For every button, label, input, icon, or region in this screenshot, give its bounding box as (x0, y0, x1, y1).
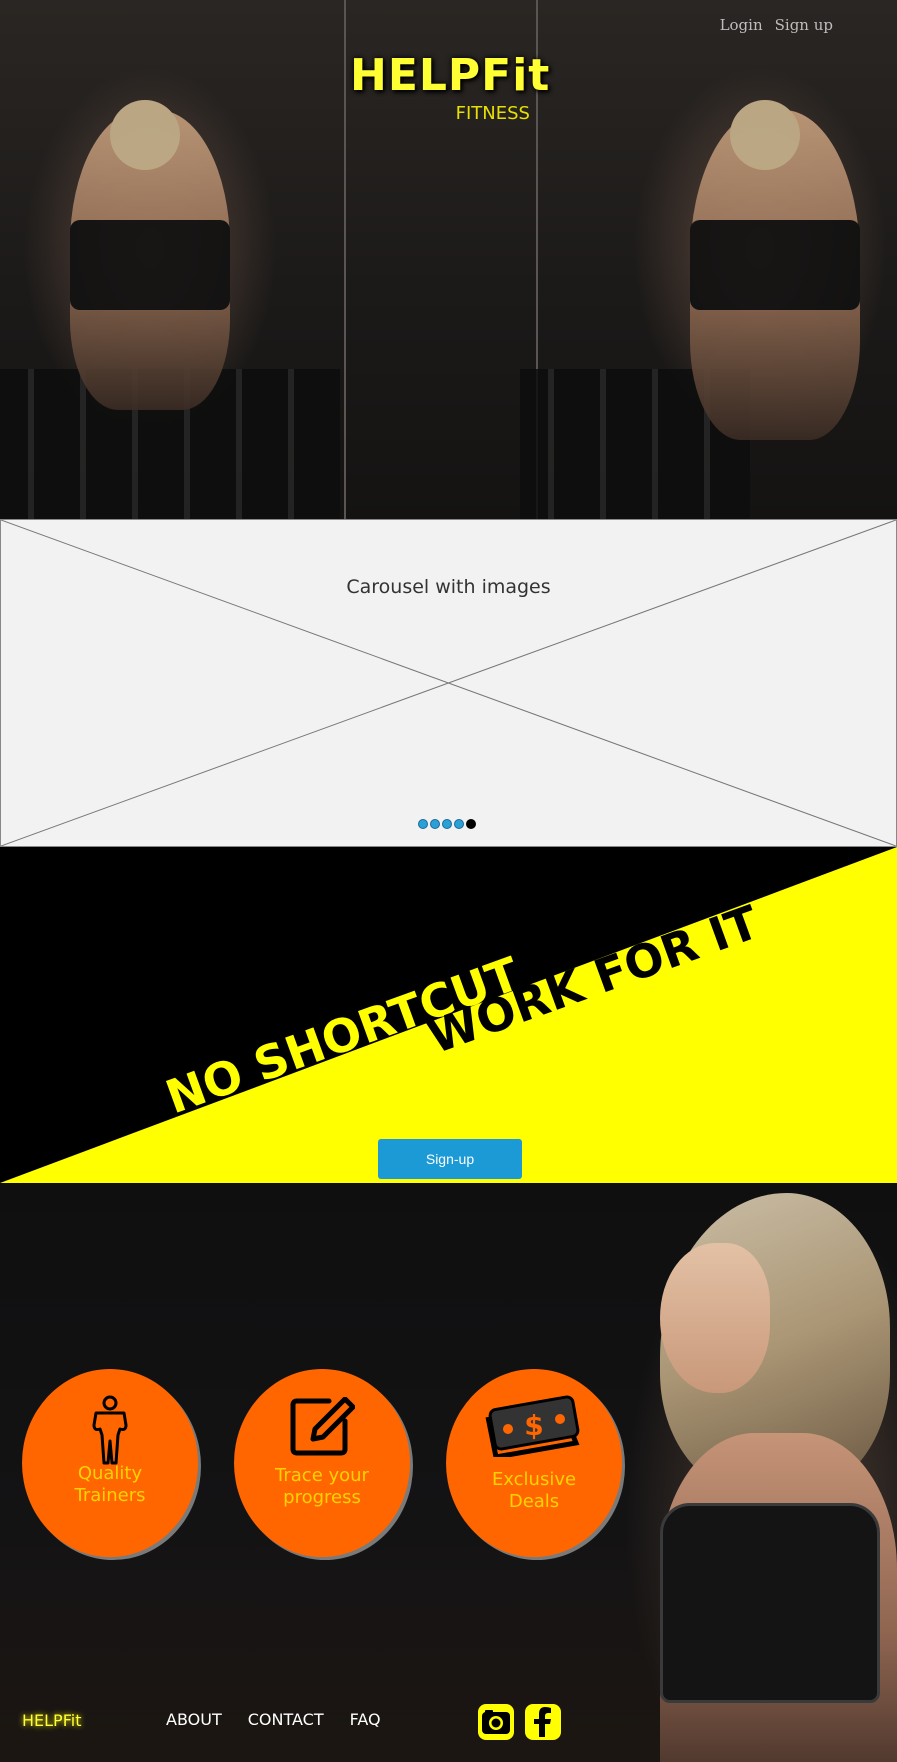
signup-link[interactable]: Sign up (775, 16, 833, 34)
feature-label-line1: Trace your (275, 1465, 369, 1486)
athlete-top (660, 1503, 880, 1703)
carousel-dot-4[interactable] (454, 819, 464, 829)
auth-links: Login Sign up (720, 16, 833, 34)
athlete-reflection-image (70, 100, 230, 410)
footer-link-contact[interactable]: CONTACT (248, 1710, 324, 1729)
hero-banner: Login Sign up HELPFit FITNESS (0, 0, 897, 519)
athlete-face (660, 1243, 770, 1393)
feature-trace-progress[interactable]: Trace your progress (234, 1369, 410, 1557)
carousel-label: Carousel with images (346, 576, 551, 598)
person-icon (92, 1395, 128, 1465)
carousel-dot-3[interactable] (442, 819, 452, 829)
image-carousel[interactable]: Carousel with images (0, 519, 897, 847)
carousel-dot-1[interactable] (418, 819, 428, 829)
feature-quality-trainers[interactable]: Quality Trainers (22, 1369, 198, 1557)
athlete-image (690, 100, 860, 440)
slogan-banner: NO SHORTCUT WORK FOR IT Sign-up (0, 847, 897, 1183)
carousel-dot-5[interactable] (466, 819, 476, 829)
facebook-icon[interactable] (525, 1704, 561, 1740)
brand-logo[interactable]: HELPFit FITNESS (350, 50, 551, 124)
feature-label-line2: Trainers (74, 1485, 146, 1506)
footer-nav: ABOUT CONTACT FAQ (166, 1710, 381, 1729)
carousel-dot-2[interactable] (430, 819, 440, 829)
money-icon: $ (485, 1395, 580, 1457)
footer-link-faq[interactable]: FAQ (350, 1710, 381, 1729)
features-section: Quality Trainers Trace your progress $ E… (0, 1183, 897, 1762)
feature-label-line2: Deals (508, 1491, 560, 1512)
carousel-pagination (418, 819, 476, 829)
footer-link-about[interactable]: ABOUT (166, 1710, 222, 1729)
brand-name: HELPFit (350, 50, 551, 101)
image-placeholder-icon (1, 520, 896, 846)
svg-text:$: $ (524, 1409, 543, 1442)
feature-label-line2: progress (283, 1487, 361, 1508)
signup-button[interactable]: Sign-up (378, 1139, 522, 1179)
brand-tagline: FITNESS (455, 103, 530, 124)
mirror-frame-left (344, 0, 346, 519)
feature-label-line1: Quality (77, 1463, 143, 1484)
footer-brand[interactable]: HELPFit (22, 1711, 81, 1730)
edit-icon (290, 1397, 355, 1456)
instagram-icon[interactable] (478, 1704, 514, 1740)
login-link[interactable]: Login (720, 16, 763, 34)
feature-label-line1: Exclusive (491, 1469, 577, 1490)
feature-exclusive-deals[interactable]: $ Exclusive Deals (446, 1369, 622, 1557)
